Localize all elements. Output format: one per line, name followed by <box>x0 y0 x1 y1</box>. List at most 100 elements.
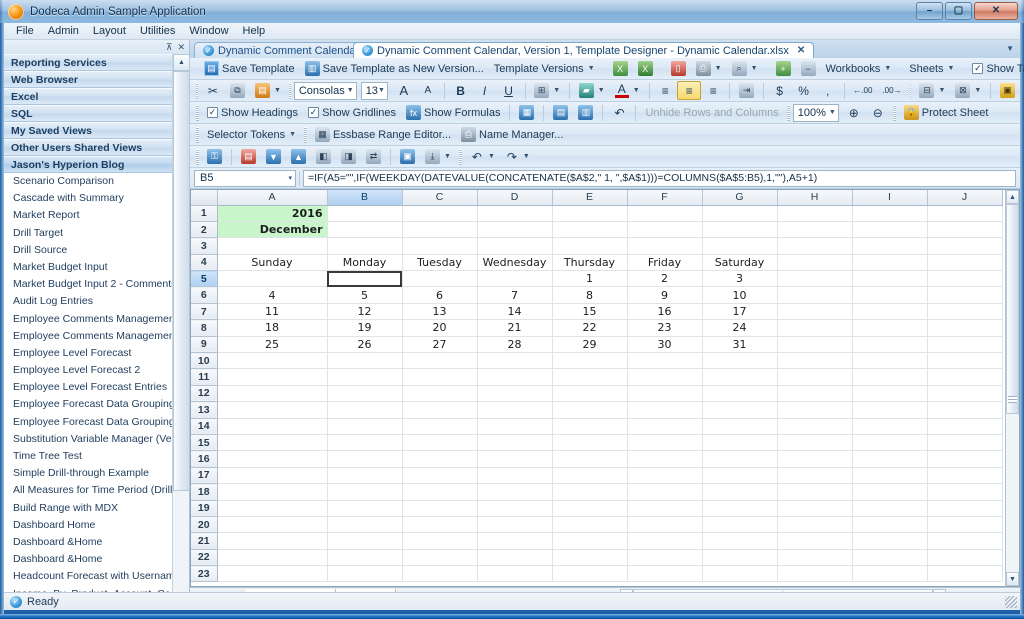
cell-A9[interactable]: 25 <box>217 336 328 354</box>
cell-G14[interactable] <box>702 418 778 435</box>
cell-E18[interactable] <box>552 483 628 501</box>
print-button[interactable]: ⎙ ▼ <box>691 59 727 78</box>
cell-D7[interactable]: 14 <box>477 303 553 321</box>
cell-H9[interactable] <box>777 336 853 354</box>
cut-button[interactable]: ✂ <box>201 81 225 100</box>
cell-C13[interactable] <box>402 401 478 419</box>
scroll-up-icon[interactable]: ▲ <box>1006 190 1019 204</box>
toolbar-grip[interactable] <box>458 148 462 165</box>
cell-A22[interactable] <box>217 549 328 567</box>
cell-F3[interactable] <box>627 237 703 255</box>
cell-J1[interactable] <box>927 205 1003 222</box>
cell-E8[interactable]: 22 <box>552 319 628 337</box>
cell-E2[interactable] <box>552 221 628 239</box>
row-header-2[interactable]: 2 <box>191 221 218 239</box>
cell-A17[interactable] <box>217 467 328 485</box>
row-header-7[interactable]: 7 <box>191 303 218 321</box>
insert-cells-button[interactable]: ⊟ ▼ <box>914 81 950 100</box>
cell-G3[interactable] <box>702 237 778 255</box>
cell-E1[interactable] <box>552 205 628 222</box>
sidebar-group-reporting-services[interactable]: Reporting Services ⌄ <box>4 54 189 71</box>
cell-H22[interactable] <box>777 549 853 567</box>
row-header-1[interactable]: 1 <box>191 205 218 222</box>
tab-template-designer[interactable]: ✓ Dynamic Comment Calendar, Version 1, T… <box>353 42 815 58</box>
cell-H2[interactable] <box>777 221 853 239</box>
zoom-out-button[interactable]: ⊖ <box>866 103 890 122</box>
cell-I21[interactable] <box>852 532 928 550</box>
column-header-H[interactable]: H <box>777 190 853 206</box>
essbase-range-editor-button[interactable]: ▦ Essbase Range Editor... <box>310 125 456 144</box>
unhide-rows-and-columns-button[interactable]: Unhide Rows and Columns <box>640 103 783 122</box>
sidebar-group-excel[interactable]: Excel ⌄ <box>4 88 189 105</box>
cell-J7[interactable] <box>927 303 1003 321</box>
row-header-13[interactable]: 13 <box>191 401 218 419</box>
template-versions-dropdown[interactable]: Template Versions ▼ <box>489 59 600 78</box>
cell-A13[interactable] <box>217 401 328 419</box>
row-header-14[interactable]: 14 <box>191 418 218 435</box>
cell-G11[interactable] <box>702 368 778 386</box>
cell-I14[interactable] <box>852 418 928 435</box>
cell-I15[interactable] <box>852 434 928 452</box>
show-headings-checkbox[interactable]: ✓ Show Headings <box>202 103 303 122</box>
cell-C2[interactable] <box>402 221 478 239</box>
column-header-D[interactable]: D <box>477 190 553 206</box>
cell-I4[interactable] <box>852 254 928 272</box>
cell-E19[interactable] <box>552 500 628 517</box>
row-header-21[interactable]: 21 <box>191 532 218 550</box>
cell-A15[interactable] <box>217 434 328 452</box>
remove-only-button[interactable]: ◨ <box>336 147 361 166</box>
fill-color-button[interactable]: ▰ ▼ <box>574 81 610 100</box>
cell-B1[interactable] <box>327 205 403 222</box>
cell-H15[interactable] <box>777 434 853 452</box>
sidebar-group-sql[interactable]: SQL ⌄ <box>4 105 189 122</box>
cell-D22[interactable] <box>477 549 553 567</box>
cell-E3[interactable] <box>552 237 628 255</box>
cell-I10[interactable] <box>852 352 928 370</box>
menu-window[interactable]: Window <box>183 23 234 39</box>
cell-I12[interactable] <box>852 385 928 403</box>
cell-D3[interactable] <box>477 237 553 255</box>
protect-range-button[interactable]: ▥ <box>573 103 598 122</box>
cell-E5[interactable]: 1 <box>552 270 628 288</box>
cell-I8[interactable] <box>852 319 928 337</box>
cell-J17[interactable] <box>927 467 1003 485</box>
cell-F17[interactable] <box>627 467 703 485</box>
row-header-16[interactable]: 16 <box>191 450 218 468</box>
cell-J6[interactable] <box>927 286 1003 304</box>
sidebar-list-item[interactable]: All Measures for Time Period (Drill Tar.… <box>4 482 173 499</box>
cell-C15[interactable] <box>402 434 478 452</box>
cell-G2[interactable] <box>702 221 778 239</box>
sidebar-group-jasons-hyperion-blog[interactable]: Jason's Hyperion Blog ⌃ <box>4 156 189 173</box>
column-header-I[interactable]: I <box>852 190 928 206</box>
scroll-up-icon[interactable]: ▲ <box>173 54 190 71</box>
sidebar-list-item[interactable]: Employee Forecast Data Grouping <box>4 396 173 413</box>
cell-J5[interactable] <box>927 270 1003 288</box>
close-icon[interactable]: ✕ <box>797 45 805 56</box>
cell-G10[interactable] <box>702 352 778 370</box>
cell-D9[interactable]: 28 <box>477 336 553 354</box>
name-manager-button[interactable]: ⎙ Name Manager... <box>456 125 568 144</box>
cell-H5[interactable] <box>777 270 853 288</box>
sidebar-group-other-users-shared-views[interactable]: Other Users Shared Views ⌄ <box>4 139 189 156</box>
close-icon[interactable]: ✕ <box>177 42 185 52</box>
increase-decimal-button[interactable]: ←.00 <box>848 81 877 100</box>
show-tabs-checkbox[interactable]: ✓ Show Tabs <box>967 59 1024 78</box>
save-template-button[interactable]: ▤ Save Template <box>199 59 300 78</box>
resize-grip-icon[interactable] <box>1005 596 1017 608</box>
cell-H10[interactable] <box>777 352 853 370</box>
cell-E16[interactable] <box>552 450 628 468</box>
title-bar[interactable]: Dodeca Admin Sample Application – ▢ ✕ <box>0 0 1024 23</box>
cell-E20[interactable] <box>552 516 628 534</box>
cell-D13[interactable] <box>477 401 553 419</box>
cell-B7[interactable]: 12 <box>327 303 403 321</box>
cell-C7[interactable]: 13 <box>402 303 478 321</box>
cell-I7[interactable] <box>852 303 928 321</box>
sidebar-list-item[interactable]: Substitution Variable Manager (Vess) <box>4 431 173 448</box>
cell-J23[interactable] <box>927 565 1003 583</box>
freeze-panes-button[interactable]: ▦ <box>514 103 539 122</box>
toolbar-grip[interactable] <box>786 104 790 121</box>
menu-help[interactable]: Help <box>237 23 272 39</box>
cell-F8[interactable]: 23 <box>627 319 703 337</box>
sidebar-list-item[interactable]: Employee Level Forecast <box>4 345 173 362</box>
cell-G16[interactable] <box>702 450 778 468</box>
